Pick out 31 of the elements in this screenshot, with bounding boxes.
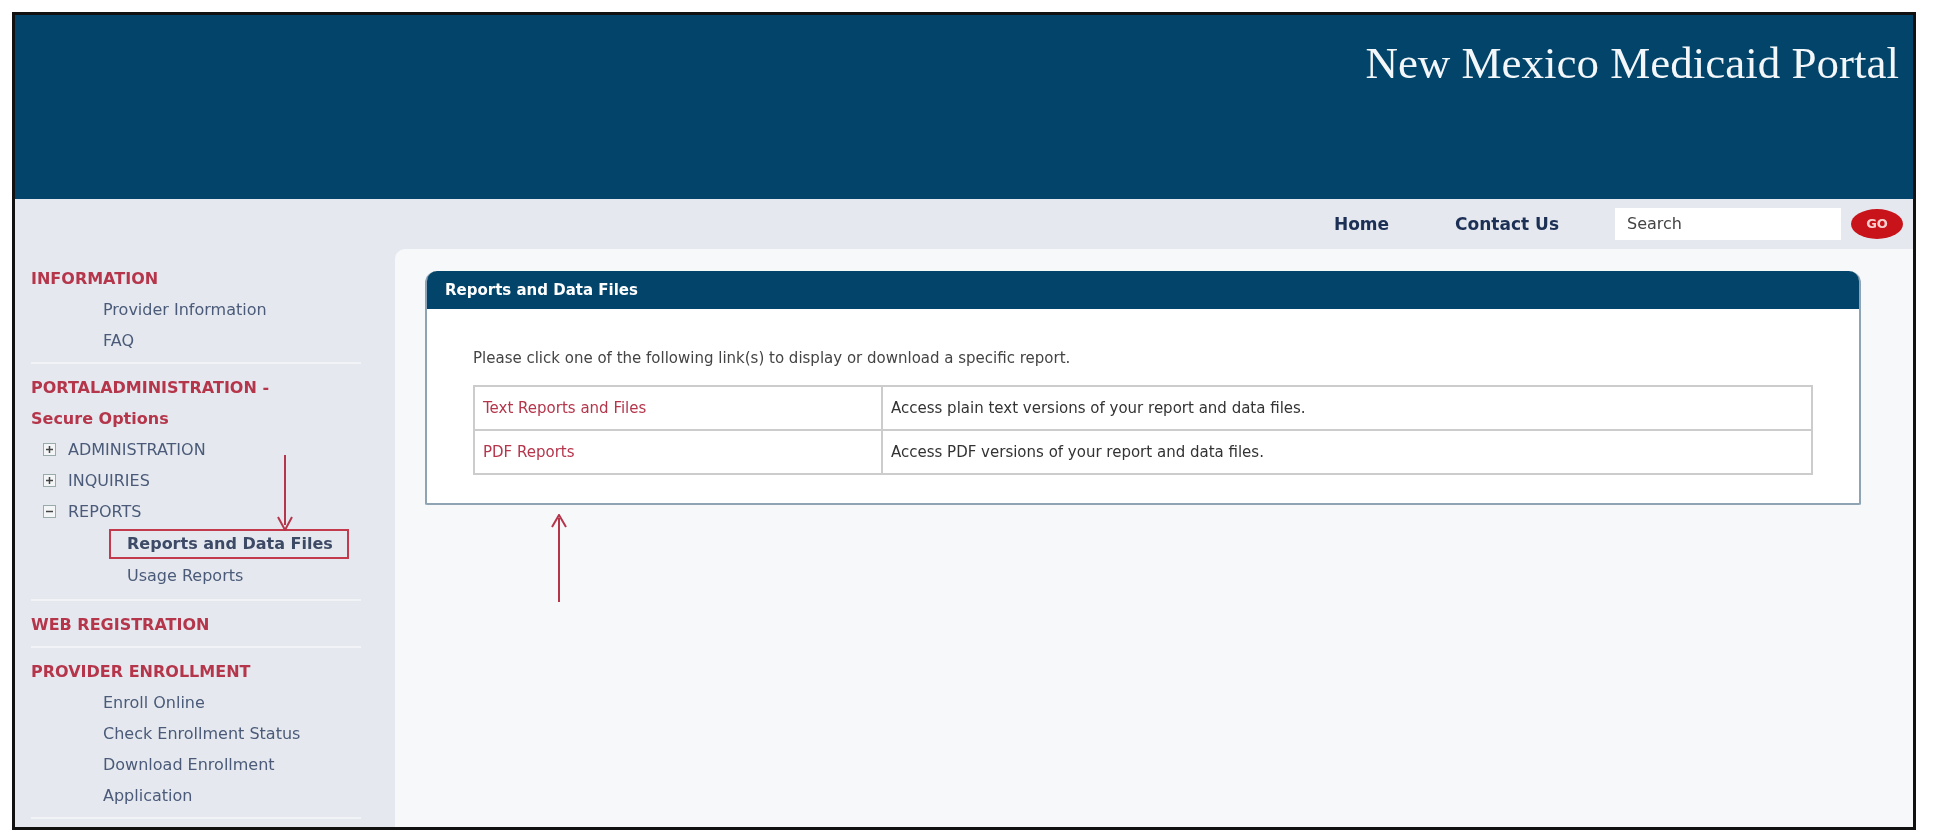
sidebar-link[interactable]: FAQ bbox=[31, 325, 331, 356]
section-heading: INFORMATION bbox=[31, 268, 160, 290]
expand-icon[interactable] bbox=[43, 474, 56, 487]
report-link[interactable]: PDF Reports bbox=[483, 443, 575, 461]
tree-child-link[interactable]: Usage Reports bbox=[111, 561, 260, 591]
table-cell: Access PDF versions of your report and data files. bbox=[882, 430, 1812, 474]
up-arrow-icon bbox=[550, 514, 568, 602]
tree-node[interactable]: REPORTS bbox=[68, 496, 142, 527]
sidebar-link[interactable]: Provider Information bbox=[31, 294, 331, 325]
site-title: New Mexico Medicaid Portal bbox=[1365, 37, 1899, 89]
section-heading: PORTALADMINISTRATION - bbox=[31, 377, 271, 399]
section-heading: WEB REGISTRATION bbox=[31, 614, 211, 636]
panel-title: Reports and Data Files bbox=[427, 271, 1859, 309]
search-field[interactable]: Search bbox=[1615, 207, 1841, 240]
tree-node[interactable]: ADMINISTRATION bbox=[68, 434, 206, 465]
sidebar-link[interactable]: Download Enrollment Application bbox=[31, 749, 331, 811]
sidebar-link[interactable]: Enroll Online bbox=[31, 687, 331, 718]
expand-icon[interactable] bbox=[43, 443, 56, 456]
nav-link[interactable]: Contact Us bbox=[1455, 213, 1559, 234]
section-heading: PROVIDER ENROLLMENT bbox=[31, 661, 252, 683]
table-cell: Access plain text versions of your report and data files. bbox=[882, 386, 1812, 430]
report-link[interactable]: Text Reports and Files bbox=[483, 399, 647, 417]
intro-text: Please click one of the following link(s) to display or download a specific report. bbox=[473, 349, 1072, 367]
tree-child-link[interactable]: Reports and Data Files bbox=[109, 529, 349, 559]
section-subheading: Secure Options bbox=[31, 408, 170, 430]
tree-node[interactable]: INQUIRIES bbox=[68, 465, 150, 496]
nav-link[interactable]: Home bbox=[1333, 213, 1390, 234]
down-arrow-icon bbox=[276, 455, 294, 531]
collapse-icon[interactable] bbox=[43, 505, 56, 518]
sidebar-link[interactable]: Check Enrollment Status bbox=[31, 718, 331, 749]
go-button[interactable]: GO bbox=[1851, 208, 1903, 239]
